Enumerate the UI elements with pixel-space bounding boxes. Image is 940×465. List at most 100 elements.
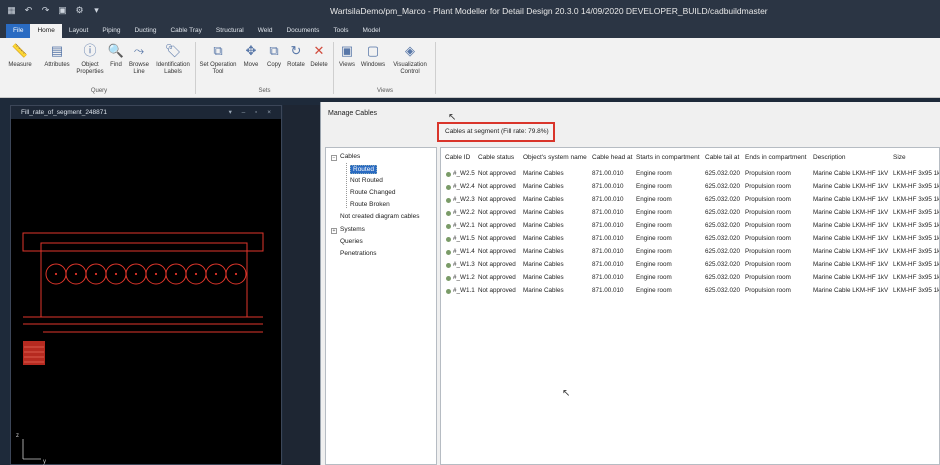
table-cell: 625.032.020: [705, 222, 741, 229]
tab-layout[interactable]: Layout: [62, 24, 96, 38]
attributes-button[interactable]: ▤ Attributes: [40, 42, 74, 69]
rotate-button[interactable]: ↻ Rotate: [286, 42, 306, 69]
cable-center-mark: [234, 272, 238, 276]
tab-file[interactable]: File: [6, 24, 31, 38]
cable-status-icon: [446, 276, 451, 281]
table-cell: #_W2.3: [453, 196, 475, 203]
tab-documents[interactable]: Documents: [279, 24, 326, 38]
delete-button[interactable]: ✕ Delete: [308, 42, 330, 69]
table-cell: #_W2.4: [453, 183, 475, 190]
tab-cable-tray[interactable]: Cable Tray: [163, 24, 208, 38]
expander-systems[interactable]: +: [331, 228, 337, 234]
table-cell: 625.032.020: [705, 261, 741, 268]
copy-icon: ⧉: [269, 43, 279, 58]
move-button[interactable]: ✥ Move: [240, 42, 262, 69]
windows-icon: ▢: [366, 43, 380, 58]
ribbon: 📏 Measure ▤ Attributes ⓘ Object Properties 🔍 Fi…: [0, 38, 940, 98]
cable-status-icon: [446, 263, 451, 268]
visualization-icon: ◈: [405, 43, 415, 58]
tree-node-not-created[interactable]: Not created diagram cables: [340, 213, 420, 220]
column-header-object-s-system-name[interactable]: Object's system name: [523, 154, 587, 161]
table-cell: Engine room: [636, 287, 672, 294]
table-cell: Marine Cable LKM-HF 1kV: [813, 261, 889, 268]
app-logo-icon[interactable]: ▦: [6, 5, 17, 16]
expander-cables[interactable]: −: [331, 155, 337, 161]
find-button[interactable]: 🔍 Find: [107, 42, 125, 69]
cable-center-mark: [154, 272, 158, 276]
redo-icon[interactable]: ↷: [40, 5, 51, 16]
menu-tabs: File Home Layout Piping Ducting Cable Tray Str…: [0, 24, 940, 38]
column-header-description[interactable]: Description: [813, 154, 846, 161]
undo-icon[interactable]: ↶: [23, 5, 34, 16]
browse-line-button[interactable]: ⤳ Browse Line: [127, 42, 151, 76]
viewer-panel[interactable]: Fill_rate_of_segment_248871 ▾ – ▫ × z y: [10, 105, 282, 465]
table-cell: Engine room: [636, 183, 672, 190]
save-icon[interactable]: ▣: [57, 5, 68, 16]
table-cell: Marine Cables: [523, 170, 564, 177]
viewer-title: Fill_rate_of_segment_248871: [21, 109, 108, 116]
settings-icon[interactable]: ⚙: [74, 5, 85, 16]
cable-segment-drawing[interactable]: z y: [11, 119, 283, 465]
tab-weld[interactable]: Weld: [251, 24, 280, 38]
column-header-size[interactable]: Size: [893, 154, 906, 161]
title-bar: ▦ ↶ ↷ ▣ ⚙ ▾ WartsilaDemo/pm_Marco - Plan…: [0, 0, 940, 24]
table-cell: 871.00.010: [592, 222, 624, 229]
ribbon-group-views: Views: [377, 88, 393, 94]
table-cell: LKM-HF 3x95 1k: [893, 287, 940, 294]
tree-node-penetrations[interactable]: Penetrations: [340, 250, 377, 257]
tab-piping[interactable]: Piping: [95, 24, 127, 38]
tab-model[interactable]: Model: [356, 24, 388, 38]
ribbon-group-sets: Sets: [258, 88, 271, 94]
ribbon-button-label: Move: [243, 62, 259, 68]
tree-node-systems[interactable]: Systems: [340, 226, 365, 233]
identification-labels-button[interactable]: 🏷 Identification Labels: [153, 42, 193, 76]
tree-node-routed[interactable]: Routed: [350, 165, 377, 174]
table-cell: Marine Cable LKM-HF 1kV: [813, 209, 889, 216]
table-cell: 625.032.020: [705, 235, 741, 242]
attributes-icon: ▤: [50, 43, 64, 58]
column-header-ends-in-compartment[interactable]: Ends in compartment: [745, 154, 806, 161]
table-cell: Marine Cable LKM-HF 1kV: [813, 183, 889, 190]
tree-node-route-broken[interactable]: Route Broken: [350, 201, 390, 208]
views-button[interactable]: ▣ Views: [337, 42, 357, 69]
column-header-cable-head-at[interactable]: Cable head at: [592, 154, 632, 161]
tree-node-cables[interactable]: Cables: [340, 153, 360, 160]
table-cell: Marine Cable LKM-HF 1kV: [813, 196, 889, 203]
table-cell: Marine Cable LKM-HF 1kV: [813, 222, 889, 229]
set-operation-tool-button[interactable]: ⧉ Set Operation Tool: [198, 42, 238, 76]
copy-button[interactable]: ⧉ Copy: [264, 42, 284, 69]
cable-status-icon: [446, 289, 451, 294]
table-cell: 871.00.010: [592, 235, 624, 242]
table-cell: Propulsion room: [745, 287, 791, 294]
ribbon-button-label: Set Operation Tool: [199, 62, 237, 75]
tree-node-not-routed[interactable]: Not Routed: [350, 177, 383, 184]
column-header-cable-id[interactable]: Cable ID: [445, 154, 470, 161]
windows-button[interactable]: ▢ Windows: [360, 42, 386, 69]
table-cell: #_W2.2: [453, 209, 475, 216]
table-cell: Marine Cable LKM-HF 1kV: [813, 287, 889, 294]
rotate-icon: ↻: [290, 43, 302, 58]
table-cell: LKM-HF 3x95 1k: [893, 222, 940, 229]
table-cell: Engine room: [636, 248, 672, 255]
tree-node-queries[interactable]: Queries: [340, 238, 363, 245]
column-header-cable-tail-at[interactable]: Cable tail at: [705, 154, 739, 161]
tab-tools[interactable]: Tools: [326, 24, 355, 38]
tab-structural[interactable]: Structural: [209, 24, 251, 38]
visualization-control-button[interactable]: ◈ Visualization Control: [390, 42, 430, 76]
tab-home[interactable]: Home: [30, 24, 62, 38]
tree-line: [346, 163, 347, 208]
object-properties-button[interactable]: ⓘ Object Properties: [76, 42, 104, 76]
app-window: ▦ ↶ ↷ ▣ ⚙ ▾ WartsilaDemo/pm_Marco - Plan…: [0, 0, 940, 465]
column-header-cable-status[interactable]: Cable status: [478, 154, 514, 161]
tree-node-route-changed[interactable]: Route Changed: [350, 189, 396, 196]
tab-ducting[interactable]: Ducting: [127, 24, 163, 38]
cable-center-mark: [194, 272, 198, 276]
viewer-window-controls[interactable]: ▾ – ▫ ×: [229, 106, 275, 119]
table-cell: Marine Cables: [523, 235, 564, 242]
measure-button[interactable]: 📏 Measure: [4, 42, 36, 69]
cable-circles: [45, 263, 247, 285]
table-cell: Propulsion room: [745, 183, 791, 190]
column-header-starts-in-compartment[interactable]: Starts in compartment: [636, 154, 700, 161]
table-cell: 871.00.010: [592, 261, 624, 268]
customize-icon[interactable]: ▾: [91, 5, 102, 16]
